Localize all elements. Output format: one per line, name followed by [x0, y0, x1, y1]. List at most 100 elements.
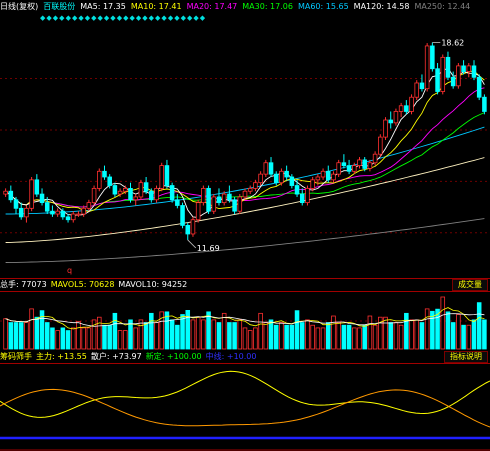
ma60-line: [5, 126, 485, 215]
total-volume-label: 总手: 77073: [0, 280, 47, 289]
candle-body: [60, 210, 66, 218]
signal-diamond-icon: ◆: [46, 14, 52, 22]
signal-diamond-icon: ◆: [110, 14, 116, 22]
candle-body: [201, 187, 206, 204]
candle-body: [8, 190, 14, 201]
candle-body: [253, 182, 258, 189]
candle-body: [164, 165, 170, 186]
volume-bar: [206, 311, 211, 350]
candle-body: [466, 65, 472, 72]
volume-bar: [310, 324, 315, 350]
volume-bar: [279, 322, 284, 350]
candle-body: [39, 193, 45, 204]
candle-body: [476, 76, 482, 98]
candle-body: [117, 190, 123, 195]
volume-bar: [367, 315, 373, 350]
high-annotation: 18.62: [432, 39, 464, 48]
volume-bar: [456, 314, 461, 350]
main-force-line: [0, 370, 490, 418]
candle-body: [232, 199, 237, 212]
volume-bar: [362, 324, 367, 350]
volume-bar: [346, 324, 352, 350]
volume-bar: [70, 327, 76, 350]
volume-bar: [404, 312, 409, 350]
candle-body: [143, 182, 149, 192]
signal-diamond-icon: ◆: [52, 14, 59, 22]
volume-bar: [336, 322, 341, 350]
volume-bar: [471, 319, 477, 350]
volume-bar: [143, 322, 149, 350]
candle-body: [430, 45, 435, 70]
volume-bar: [180, 314, 185, 350]
low-annotation: 11.69: [187, 239, 220, 253]
volume-bar: [44, 322, 50, 350]
volume-bar: [102, 324, 107, 350]
signal-diamond-icon: ◆: [116, 14, 123, 22]
candle-body: [461, 65, 466, 72]
candle-body: [50, 210, 55, 215]
volume-bar: [450, 322, 456, 350]
indicator-chart[interactable]: [0, 363, 490, 451]
ma5-label: MA5: 17.35: [80, 2, 126, 11]
volume-bar: [440, 296, 446, 350]
candle-body: [102, 170, 107, 178]
candle-body: [383, 119, 388, 138]
volume-bar: [60, 327, 66, 350]
volume-bar: [227, 322, 232, 350]
candle-body: [81, 207, 86, 215]
volume-bar: [211, 319, 217, 350]
candle-body: [159, 165, 165, 189]
candle-body: [325, 170, 331, 181]
candle-body: [247, 187, 253, 192]
volume-bar: [294, 310, 300, 350]
signal-diamond-icon: ◆: [193, 14, 199, 22]
candle-body: [18, 207, 24, 218]
volume-bar: [149, 312, 154, 350]
volume-bar: [461, 324, 466, 350]
period-label[interactable]: 日线(复权): [0, 0, 38, 13]
volume-bar: [123, 330, 128, 350]
candle-body: [310, 179, 315, 189]
volume-bar: [466, 324, 472, 350]
retail-label: 散户: +73.97: [90, 352, 142, 361]
candle-body: [91, 187, 97, 204]
candle-body: [24, 207, 29, 218]
candle-body: [13, 199, 19, 209]
volume-bar: [86, 327, 92, 350]
ma30-label: MA30: 17.06: [242, 2, 293, 11]
candle-body: [112, 185, 118, 195]
candle-body: [471, 65, 477, 78]
volume-bar: [81, 327, 86, 350]
indicator-lines: [0, 370, 490, 451]
candle-body: [357, 159, 362, 166]
ma20-label: MA20: 17.47: [186, 2, 238, 11]
main-force-label: 主力: +13.55: [36, 352, 87, 361]
candle-body: [424, 45, 430, 90]
volume-chart[interactable]: [0, 291, 490, 351]
candle-body: [393, 111, 399, 124]
volume-bar: [55, 330, 60, 350]
signal-diamond-icon: ◆: [129, 14, 135, 22]
price-chart[interactable]: 18.62 11.69 q: [0, 22, 490, 279]
signal-diamond-icon: ◆: [167, 14, 174, 22]
candle-body: [227, 193, 232, 201]
volume-bar: [476, 302, 482, 350]
candle-body: [352, 165, 357, 172]
volume-tab[interactable]: 成交量: [452, 279, 488, 291]
candle-body: [34, 179, 40, 195]
candle-body: [195, 202, 201, 221]
candle-body: [294, 185, 300, 195]
candle-body: [211, 196, 217, 212]
candle-body: [237, 196, 243, 212]
candle-body: [289, 176, 295, 186]
extra-label: 中线: +10.00: [205, 352, 257, 361]
signal-diamond-icon: ◆: [65, 14, 71, 22]
signal-diamond-icon: ◆: [186, 14, 193, 22]
candle-body: [3, 190, 8, 195]
ma250-label: MA250: 12.44: [414, 2, 471, 11]
indicator-help-tab[interactable]: 指标说明: [444, 351, 488, 363]
candle-body: [216, 196, 222, 204]
volume-bar: [201, 319, 206, 350]
candle-body: [279, 170, 284, 184]
signal-diamond-icon: ◆: [148, 14, 155, 22]
